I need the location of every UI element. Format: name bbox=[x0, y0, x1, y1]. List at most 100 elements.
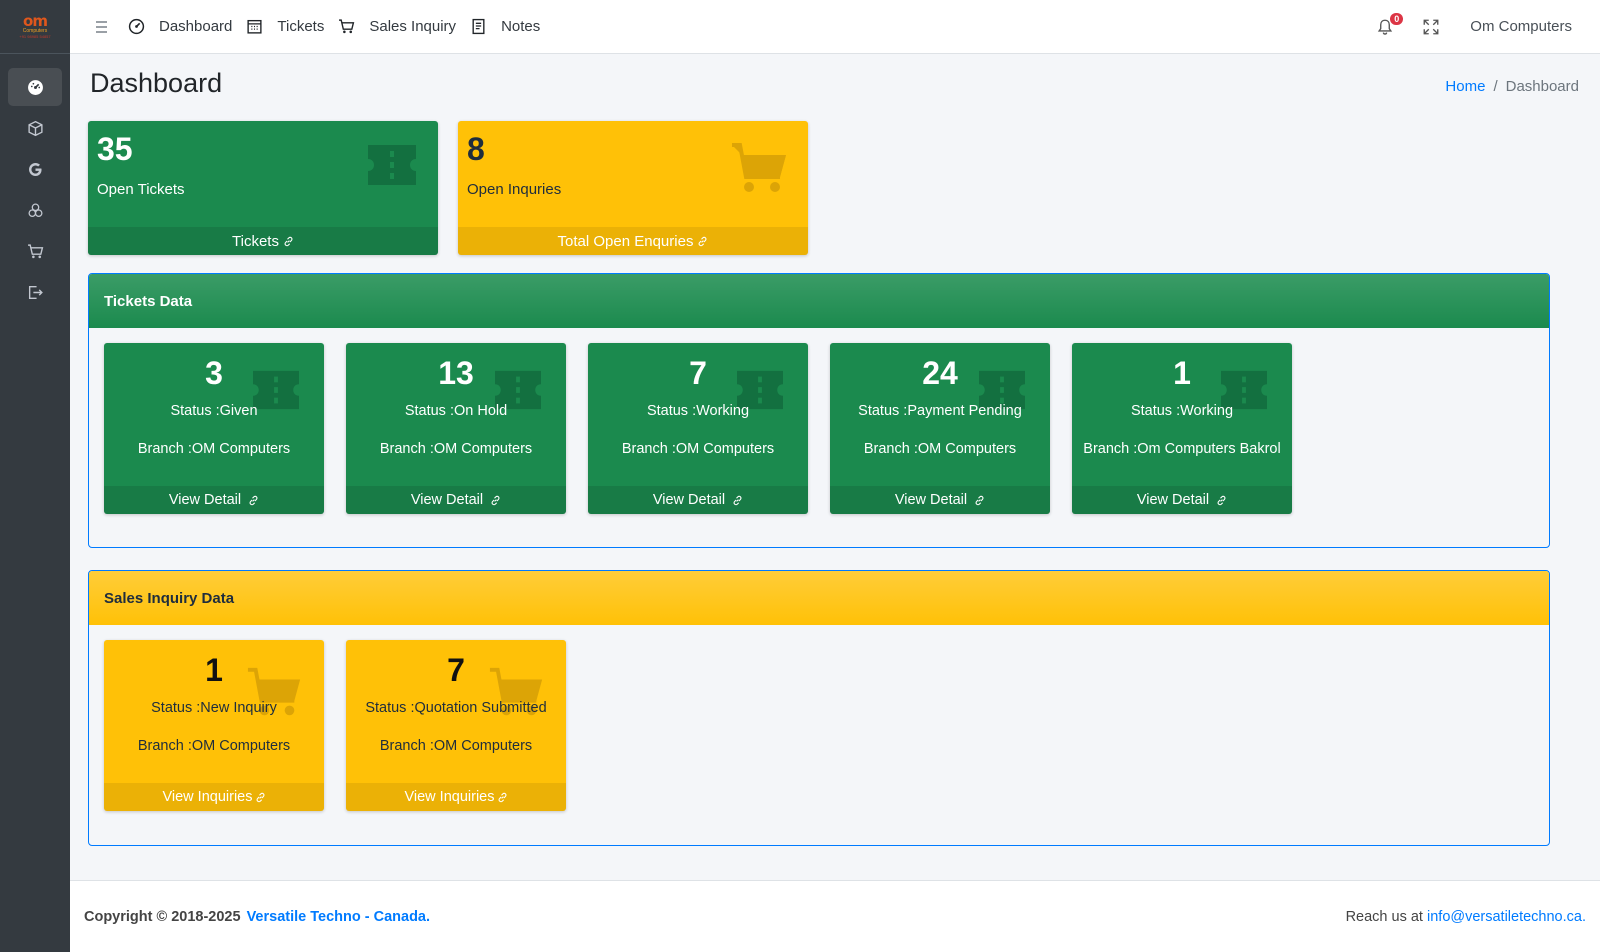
logout-icon bbox=[28, 285, 43, 299]
inquiry-status: Status :Quotation Submitted bbox=[365, 700, 547, 716]
inquiry-branch: Branch :OM Computers bbox=[379, 738, 533, 754]
ticket-count: 3 bbox=[205, 355, 223, 391]
logo-phone: +91 98985 54857 bbox=[19, 34, 51, 39]
ticket-count: 24 bbox=[922, 355, 958, 391]
link-icon bbox=[1217, 495, 1226, 505]
open-inquiries-count: 8 bbox=[467, 131, 485, 167]
cart-icon bbox=[339, 19, 355, 34]
ticket-status-card: 13 Status :On Hold Branch :OM Computers … bbox=[346, 343, 566, 514]
view-detail-link[interactable]: View Detail bbox=[104, 486, 324, 514]
view-detail-label: View Detail bbox=[652, 492, 726, 508]
link-icon bbox=[284, 236, 293, 246]
nav-link-notes[interactable]: Notes bbox=[470, 18, 540, 35]
notification-badge: 0 bbox=[1390, 12, 1404, 25]
tickets-footer-label: Tickets bbox=[232, 232, 279, 250]
view-inquiries-link[interactable]: View Inquiries bbox=[346, 783, 566, 811]
view-detail-link[interactable]: View Detail bbox=[346, 486, 566, 514]
ticket-branch: Branch :OM Computers bbox=[137, 441, 291, 457]
sidebar-item-products[interactable] bbox=[8, 109, 62, 147]
sidebar: om Computers +91 98985 54857 bbox=[0, 0, 70, 952]
ticket-branch: Branch :OM Computers bbox=[379, 441, 533, 457]
box-icon bbox=[27, 120, 43, 136]
copyright-text: Copyright © 2018-2025 bbox=[84, 908, 241, 925]
calendar-icon bbox=[247, 19, 262, 34]
open-tickets-box: 35 Open Tickets Tickets bbox=[88, 121, 438, 255]
ticket-count: 1 bbox=[1173, 355, 1191, 391]
sidebar-item-modules[interactable] bbox=[8, 191, 62, 229]
breadcrumb-home[interactable]: Home bbox=[1445, 78, 1485, 95]
inquiry-count: 7 bbox=[447, 652, 465, 688]
page-title: Dashboard bbox=[90, 68, 223, 98]
tickets-data-body: 3 Status :Given Branch :OM Computers Vie… bbox=[89, 328, 1549, 547]
open-tickets-count: 35 bbox=[97, 131, 133, 167]
ticket-count: 13 bbox=[438, 355, 474, 391]
inquiry-status-card: 1 Status :New Inquiry Branch :OM Compute… bbox=[104, 640, 324, 811]
nav-link-label: Dashboard bbox=[159, 18, 233, 35]
nav-link-tickets[interactable]: Tickets bbox=[246, 18, 324, 35]
link-icon bbox=[249, 495, 258, 505]
dashboard-gauge-icon bbox=[27, 79, 43, 95]
gauge-icon bbox=[128, 18, 145, 35]
view-detail-link[interactable]: View Detail bbox=[588, 486, 808, 514]
inquiry-status: Status :New Inquiry bbox=[151, 700, 277, 716]
menu-toggle-icon[interactable] bbox=[96, 20, 112, 33]
ticket-status: Status :On Hold bbox=[404, 403, 508, 419]
view-detail-link[interactable]: View Detail bbox=[1072, 486, 1292, 514]
logo-text: om bbox=[23, 12, 48, 30]
nav-link-sales-inquiry[interactable]: Sales Inquiry bbox=[338, 18, 456, 35]
fullscreen-button[interactable] bbox=[1422, 18, 1440, 36]
cubes-icon bbox=[27, 202, 43, 217]
note-icon bbox=[472, 18, 485, 35]
inquiry-count: 1 bbox=[205, 652, 223, 688]
inquiry-status-card: 7 Status :Quotation Submitted Branch :OM… bbox=[346, 640, 566, 811]
cart-icon bbox=[27, 243, 43, 258]
view-detail-label: View Detail bbox=[894, 492, 968, 508]
link-icon bbox=[491, 495, 500, 505]
ticket-icon bbox=[364, 141, 420, 192]
breadcrumb-current: Dashboard bbox=[1505, 78, 1579, 95]
sidebar-item-dashboard[interactable] bbox=[8, 68, 62, 106]
ticket-status: Status :Working bbox=[1130, 403, 1234, 419]
open-inquiries-box: 8 Open Inquries Total Open Enquries bbox=[458, 121, 808, 255]
ticket-branch: Branch :OM Computers bbox=[621, 441, 775, 457]
inquiries-footer-label: Total Open Enquries bbox=[557, 232, 694, 250]
ticket-status: Status :Given bbox=[170, 403, 258, 419]
sales-inquiry-data-card: Sales Inquiry Data 1 Status :New Inquiry… bbox=[88, 570, 1550, 846]
logo[interactable]: om Computers +91 98985 54857 bbox=[0, 0, 70, 54]
view-inquiries-label: View Inquiries bbox=[404, 789, 495, 805]
ticket-status-card: 24 Status :Payment Pending Branch :OM Co… bbox=[830, 343, 1050, 514]
view-detail-label: View Detail bbox=[168, 492, 242, 508]
ticket-count: 7 bbox=[689, 355, 707, 391]
inquiries-footer-link[interactable]: Total Open Enquries bbox=[458, 227, 808, 255]
view-detail-link[interactable]: View Detail bbox=[830, 486, 1050, 514]
user-menu[interactable]: Om Computers bbox=[1470, 18, 1572, 35]
sidebar-item-logout[interactable] bbox=[8, 273, 62, 311]
link-icon bbox=[698, 236, 707, 246]
sidebar-item-sales[interactable] bbox=[8, 232, 62, 270]
tickets-footer-link[interactable]: Tickets bbox=[88, 227, 438, 255]
sidebar-nav bbox=[0, 54, 70, 311]
link-icon bbox=[498, 792, 507, 802]
footer: Copyright © 2018-2025 Versatile Techno -… bbox=[70, 880, 1600, 952]
nav-link-label: Notes bbox=[501, 18, 541, 35]
brand-link[interactable]: Versatile Techno - Canada. bbox=[247, 909, 430, 925]
sales-inquiry-data-body: 1 Status :New Inquiry Branch :OM Compute… bbox=[89, 625, 1549, 845]
notifications-button[interactable]: 0 bbox=[1376, 12, 1404, 36]
view-inquiries-link[interactable]: View Inquiries bbox=[104, 783, 324, 811]
tickets-data-card: Tickets Data 3 Status :Given Branch :OM … bbox=[88, 273, 1550, 548]
open-inquiries-label: Open Inquries bbox=[467, 181, 562, 198]
sidebar-item-google[interactable] bbox=[8, 150, 62, 188]
nav-link-dashboard[interactable]: Dashboard bbox=[128, 18, 232, 35]
breadcrumb: Home / Dashboard bbox=[1445, 78, 1579, 95]
view-inquiries-label: View Inquiries bbox=[162, 789, 253, 805]
topbar: Dashboard Tickets Sales Inquiry Notes 0 … bbox=[70, 0, 1600, 54]
link-icon bbox=[256, 792, 265, 802]
ticket-status: Status :Working bbox=[646, 403, 750, 419]
email-link[interactable]: info@versatiletechno.ca. bbox=[1427, 909, 1586, 925]
ticket-branch: Branch :OM Computers bbox=[863, 441, 1017, 457]
nav-link-label: Sales Inquiry bbox=[369, 18, 457, 35]
cart-icon bbox=[730, 141, 790, 200]
ticket-status-card: 7 Status :Working Branch :OM Computers V… bbox=[588, 343, 808, 514]
reach-label: Reach us at bbox=[1345, 908, 1423, 925]
ticket-branch: Branch :Om Computers Bakrol bbox=[1083, 441, 1281, 457]
